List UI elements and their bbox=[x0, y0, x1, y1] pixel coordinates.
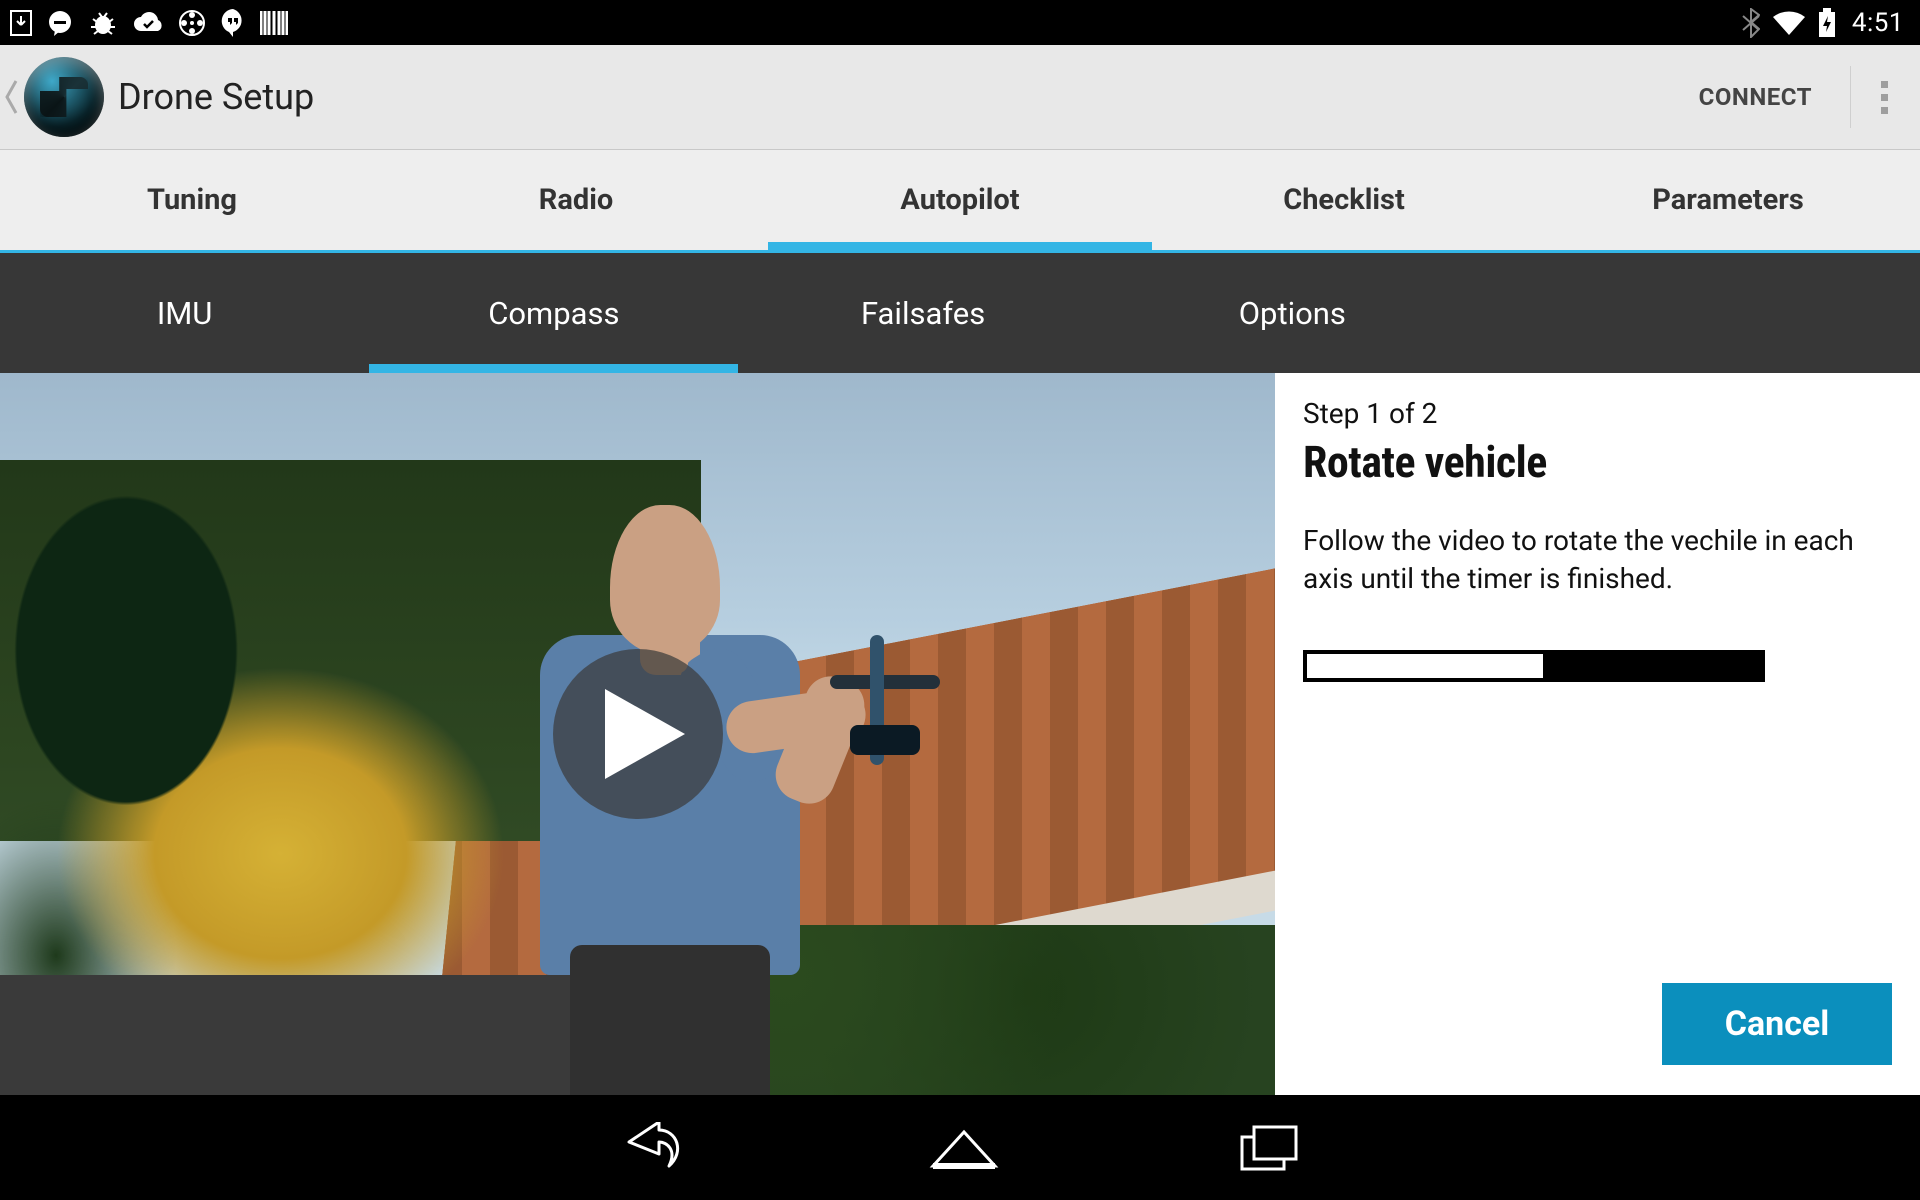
status-left bbox=[10, 8, 288, 38]
subtab-imu[interactable]: IMU bbox=[0, 253, 369, 373]
content-area: Step 1 of 2 Rotate vehicle Follow the vi… bbox=[0, 373, 1920, 1095]
status-clock: 4:51 bbox=[1848, 8, 1910, 38]
reel-icon bbox=[178, 9, 206, 37]
tab-parameters[interactable]: Parameters bbox=[1536, 150, 1920, 250]
cloud-check-icon bbox=[132, 11, 164, 35]
cancel-button[interactable]: Cancel bbox=[1662, 983, 1892, 1065]
battery-charging-icon bbox=[1818, 8, 1836, 38]
sub-tabs: IMU Compass Failsafes Options bbox=[0, 253, 1920, 373]
system-nav-bar bbox=[0, 1095, 1920, 1200]
primary-tabs: Tuning Radio Autopilot Checklist Paramet… bbox=[0, 150, 1920, 253]
bluetooth-icon bbox=[1742, 8, 1760, 38]
action-bar: Drone Setup CONNECT bbox=[0, 45, 1920, 150]
step-counter: Step 1 of 2 bbox=[1303, 397, 1892, 430]
subtab-options[interactable]: Options bbox=[1108, 253, 1477, 373]
step-description: Follow the video to rotate the vechile i… bbox=[1303, 522, 1892, 598]
play-button[interactable] bbox=[553, 649, 723, 819]
progress-fill bbox=[1307, 654, 1543, 678]
connect-button[interactable]: CONNECT bbox=[1669, 59, 1842, 135]
tab-checklist[interactable]: Checklist bbox=[1152, 150, 1536, 250]
back-button[interactable] bbox=[0, 67, 22, 127]
overflow-menu-button[interactable] bbox=[1859, 69, 1910, 126]
barcode-icon bbox=[260, 10, 288, 36]
wifi-icon bbox=[1772, 10, 1806, 36]
app-logo-icon[interactable] bbox=[24, 57, 104, 137]
play-icon bbox=[605, 689, 685, 779]
subtab-spacer bbox=[1477, 253, 1920, 373]
bug-icon bbox=[88, 10, 118, 36]
nav-home-button[interactable] bbox=[929, 1126, 999, 1170]
tab-tuning[interactable]: Tuning bbox=[0, 150, 384, 250]
nav-recent-button[interactable] bbox=[1239, 1124, 1301, 1172]
status-right: 4:51 bbox=[1742, 8, 1910, 38]
subtab-failsafes[interactable]: Failsafes bbox=[738, 253, 1107, 373]
subtab-compass[interactable]: Compass bbox=[369, 253, 738, 373]
status-bar: 4:51 bbox=[0, 0, 1920, 45]
step-title: Rotate vehicle bbox=[1303, 436, 1892, 488]
download-icon bbox=[10, 10, 32, 36]
instruction-panel: Step 1 of 2 Rotate vehicle Follow the vi… bbox=[1275, 373, 1920, 1095]
nav-back-button[interactable] bbox=[619, 1122, 689, 1174]
chat-icon bbox=[46, 9, 74, 37]
divider bbox=[1850, 66, 1851, 128]
tab-autopilot[interactable]: Autopilot bbox=[768, 150, 1152, 250]
video-player[interactable] bbox=[0, 373, 1275, 1095]
progress-bar bbox=[1303, 650, 1765, 682]
page-title: Drone Setup bbox=[118, 76, 314, 118]
hangouts-icon bbox=[220, 8, 246, 38]
tab-radio[interactable]: Radio bbox=[384, 150, 768, 250]
